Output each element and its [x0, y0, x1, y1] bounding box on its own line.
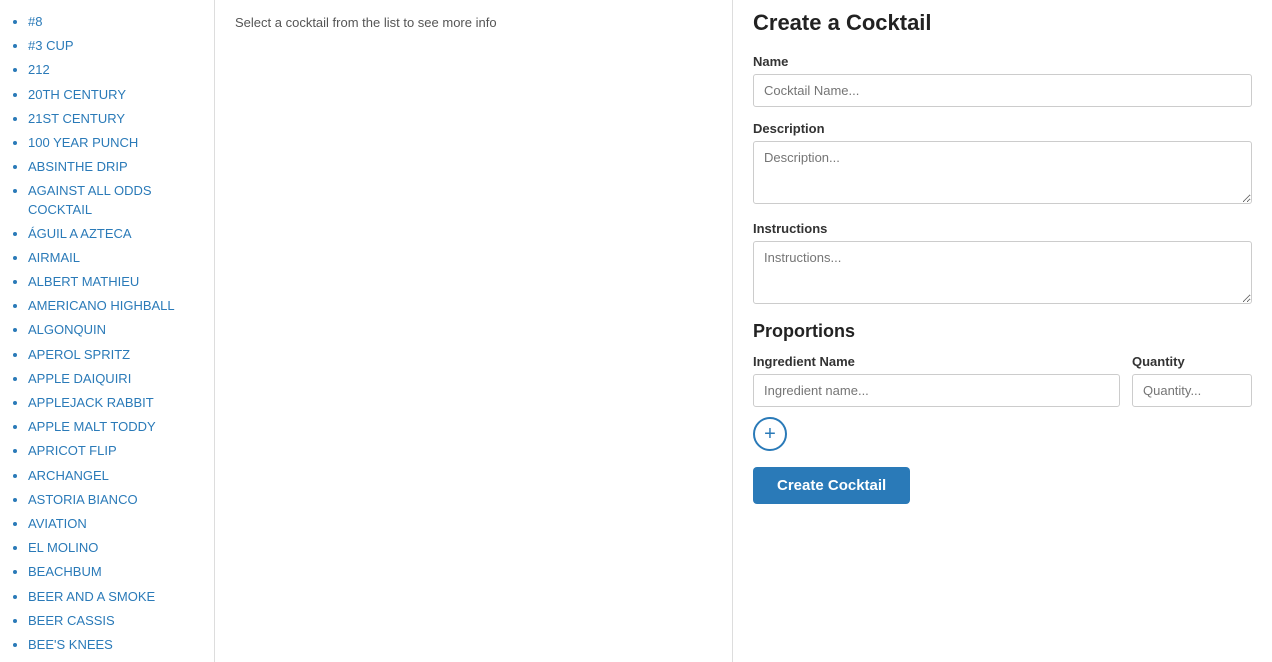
- add-proportion-button[interactable]: +: [753, 417, 787, 451]
- description-input[interactable]: [753, 141, 1252, 204]
- select-message: Select a cocktail from the list to see m…: [235, 15, 712, 30]
- info-panel: Select a cocktail from the list to see m…: [215, 0, 732, 662]
- list-item[interactable]: APPLEJACK RABBIT: [28, 391, 204, 415]
- quantity-col: Quantity: [1132, 354, 1252, 407]
- quantity-input[interactable]: [1132, 374, 1252, 407]
- name-field-group: Name: [753, 54, 1252, 107]
- name-label: Name: [753, 54, 1252, 69]
- instructions-field-group: Instructions: [753, 221, 1252, 307]
- list-item[interactable]: BEACHBUM: [28, 560, 204, 584]
- create-panel: Create a Cocktail Name Description Instr…: [732, 0, 1272, 662]
- list-item[interactable]: EL MOLINO: [28, 536, 204, 560]
- list-item[interactable]: ALGONQUIN: [28, 318, 204, 342]
- list-item[interactable]: #3 CUP: [28, 34, 204, 58]
- proportions-row: Ingredient Name Quantity: [753, 354, 1252, 407]
- create-cocktail-title: Create a Cocktail: [753, 10, 1252, 36]
- list-item[interactable]: ALBERT MATHIEU: [28, 270, 204, 294]
- name-input[interactable]: [753, 74, 1252, 107]
- cocktail-list: #8#3 CUP21220TH CENTURY21ST CENTURY100 Y…: [0, 10, 214, 662]
- list-item[interactable]: BEE'S SIP: [28, 657, 204, 662]
- main-content: Select a cocktail from the list to see m…: [215, 0, 1272, 662]
- create-cocktail-button[interactable]: Create Cocktail: [753, 467, 910, 504]
- list-item[interactable]: APEROL SPRITZ: [28, 343, 204, 367]
- cocktail-list-sidebar[interactable]: #8#3 CUP21220TH CENTURY21ST CENTURY100 Y…: [0, 0, 215, 662]
- list-item[interactable]: AGAINST ALL ODDS COCKTAIL: [28, 179, 204, 221]
- list-item[interactable]: APPLE DAIQUIRI: [28, 367, 204, 391]
- list-item[interactable]: APRICOT FLIP: [28, 439, 204, 463]
- list-item[interactable]: AIRMAIL: [28, 246, 204, 270]
- list-item[interactable]: 20TH CENTURY: [28, 83, 204, 107]
- ingredient-label: Ingredient Name: [753, 354, 1120, 369]
- list-item[interactable]: ASTORIA BIANCO: [28, 488, 204, 512]
- ingredient-input[interactable]: [753, 374, 1120, 407]
- list-item[interactable]: 100 YEAR PUNCH: [28, 131, 204, 155]
- list-item[interactable]: #8: [28, 10, 204, 34]
- list-item[interactable]: BEE'S KNEES: [28, 633, 204, 657]
- instructions-label: Instructions: [753, 221, 1252, 236]
- description-field-group: Description: [753, 121, 1252, 207]
- ingredient-col: Ingredient Name: [753, 354, 1120, 407]
- list-item[interactable]: APPLE MALT TODDY: [28, 415, 204, 439]
- instructions-input[interactable]: [753, 241, 1252, 304]
- proportions-title: Proportions: [753, 321, 1252, 342]
- list-item[interactable]: ABSINTHE DRIP: [28, 155, 204, 179]
- list-item[interactable]: 212: [28, 58, 204, 82]
- quantity-label: Quantity: [1132, 354, 1252, 369]
- list-item[interactable]: ÁGUIL A AZTECA: [28, 222, 204, 246]
- list-item[interactable]: 21ST CENTURY: [28, 107, 204, 131]
- list-item[interactable]: BEER CASSIS: [28, 609, 204, 633]
- description-label: Description: [753, 121, 1252, 136]
- list-item[interactable]: AVIATION: [28, 512, 204, 536]
- list-item[interactable]: ARCHANGEL: [28, 464, 204, 488]
- list-item[interactable]: BEER AND A SMOKE: [28, 585, 204, 609]
- list-item[interactable]: AMERICANO HIGHBALL: [28, 294, 204, 318]
